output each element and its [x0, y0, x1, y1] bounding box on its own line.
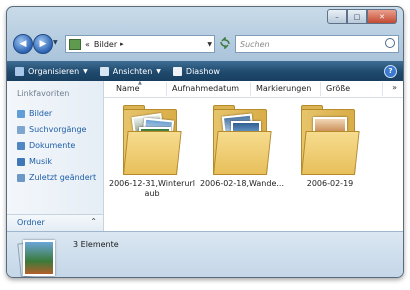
slideshow-label: Diashow	[185, 66, 220, 76]
sidebar-item-label: Zuletzt geändert	[29, 173, 97, 182]
navigation-pane: Linkfavoriten Bilder Suchvorgänge Dokume…	[7, 81, 104, 231]
views-label: Ansichten	[112, 66, 153, 76]
music-icon	[17, 157, 25, 166]
explorer-window: – □ ✕ ◀ ▶ ▼ « Bilder ▸ ▼ Suchen Organisi…	[6, 6, 404, 278]
refresh-icon	[220, 37, 230, 49]
organize-label: Organisieren	[28, 66, 80, 76]
column-header-date[interactable]: Aufnahmedatum	[172, 84, 239, 93]
views-button[interactable]: Ansichten ▼	[99, 66, 161, 76]
column-headers: Name ▲ Aufnahmedatum Markierungen Größe …	[104, 80, 403, 98]
searches-icon	[17, 125, 25, 134]
navigation-bar: ◀ ▶ ▼ « Bilder ▸ ▼ Suchen	[7, 33, 403, 55]
forward-button[interactable]: ▶	[33, 34, 53, 54]
maximize-button[interactable]: □	[347, 9, 367, 24]
organize-button[interactable]: Organisieren ▼	[15, 66, 88, 76]
views-icon	[99, 66, 109, 76]
sidebar-item-bilder[interactable]: Bilder	[17, 109, 52, 118]
pictures-folder-icon	[69, 38, 81, 50]
folder-icon	[209, 105, 272, 175]
address-prefix[interactable]: «	[85, 40, 90, 49]
column-divider[interactable]	[166, 82, 167, 96]
column-header-name[interactable]: Name	[116, 84, 140, 93]
breadcrumb-bilder[interactable]: Bilder	[94, 40, 117, 49]
minimize-button[interactable]: –	[327, 9, 347, 24]
sort-ascending-icon: ▲	[138, 80, 142, 86]
folder-icon	[119, 105, 182, 175]
command-toolbar: Organisieren ▼ Ansichten ▼ Diashow ?	[7, 61, 403, 81]
help-button[interactable]: ?	[384, 65, 397, 78]
address-dropdown-icon[interactable]: ▼	[207, 41, 212, 48]
sidebar-item-dokumente[interactable]: Dokumente	[17, 141, 75, 150]
address-bar[interactable]: « Bilder ▸ ▼	[65, 35, 215, 53]
folder-tile[interactable]: 2006-02-18,Wande...	[199, 103, 285, 203]
back-button[interactable]: ◀	[13, 34, 33, 54]
more-columns-icon[interactable]: »	[392, 83, 397, 92]
folder-tile[interactable]: 2006-12-31,Winterurl aub	[109, 103, 195, 203]
slideshow-button[interactable]: Diashow	[172, 66, 220, 76]
recent-icon	[17, 173, 25, 182]
refresh-button[interactable]	[217, 36, 233, 50]
column-divider[interactable]	[382, 82, 383, 96]
breadcrumb-chevron-icon[interactable]: ▸	[120, 40, 124, 48]
folder-icon	[297, 105, 360, 175]
organize-caret-icon: ▼	[83, 67, 88, 75]
file-name: 2006-02-19	[306, 179, 354, 188]
column-divider[interactable]	[250, 82, 251, 96]
sidebar-item-label: Musik	[29, 157, 52, 166]
sidebar-item-zuletzt-geaendert[interactable]: Zuletzt geändert	[17, 173, 96, 182]
column-header-size[interactable]: Größe	[326, 84, 350, 93]
views-caret-icon: ▼	[156, 67, 161, 75]
close-button[interactable]: ✕	[367, 9, 397, 24]
chevron-up-icon: ⌃	[90, 217, 97, 226]
column-divider[interactable]	[320, 82, 321, 96]
folder-tile[interactable]: 2006-02-19	[287, 103, 373, 203]
content-area: Linkfavoriten Bilder Suchvorgänge Dokume…	[7, 80, 403, 231]
favorite-links-heading: Linkfavoriten	[17, 89, 70, 98]
sidebar-item-suchvorgaenge[interactable]: Suchvorgänge	[17, 125, 86, 134]
file-name: 2006-12-31,Winterurl aub	[109, 179, 195, 198]
folder-stack-icon	[17, 238, 55, 277]
folders-label: Ordner	[17, 218, 45, 227]
column-header-tags[interactable]: Markierungen	[256, 84, 311, 93]
sidebar-item-label: Suchvorgänge	[29, 125, 87, 134]
documents-icon	[17, 141, 25, 150]
caption-buttons: – □ ✕	[327, 9, 397, 24]
search-icon[interactable]	[385, 38, 395, 48]
recent-pages-dropdown[interactable]: ▼	[53, 39, 58, 46]
item-count: 3 Elemente	[73, 240, 119, 249]
file-name: 2006-02-18,Wande...	[199, 179, 285, 188]
organize-icon	[15, 66, 24, 76]
details-pane: 3 Elemente	[7, 231, 403, 277]
pictures-icon	[17, 109, 25, 118]
sidebar-item-musik[interactable]: Musik	[17, 157, 52, 166]
folders-toggle[interactable]: Ordner ⌃	[7, 214, 103, 231]
search-box[interactable]: Suchen	[235, 35, 399, 53]
search-input[interactable]: Suchen	[240, 40, 270, 49]
sidebar-item-label: Bilder	[29, 109, 53, 118]
sidebar-item-label: Dokumente	[29, 141, 76, 150]
slideshow-icon	[172, 66, 182, 76]
